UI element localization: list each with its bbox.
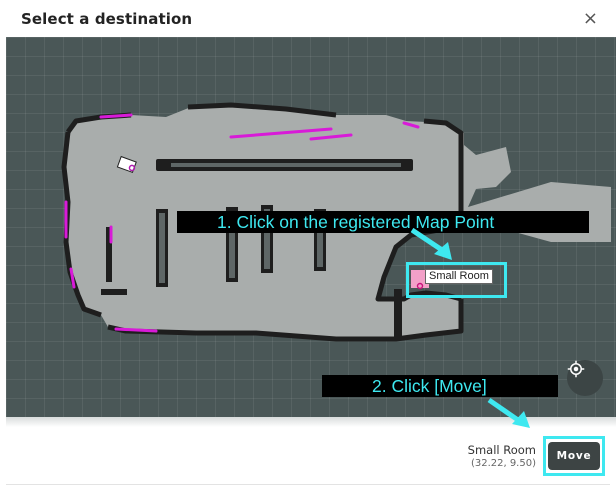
dialog-header: Select a destination × [0, 0, 616, 38]
destination-coordinates: (32.22, 9.50) [470, 458, 536, 469]
locate-button[interactable] [567, 360, 603, 396]
instruction-step-2: 2. Click [Move] [322, 375, 558, 397]
map-point-label[interactable]: Small Room [425, 269, 493, 284]
close-icon[interactable]: × [583, 8, 598, 29]
instruction-step-1: 1. Click on the registered Map Point [177, 211, 589, 233]
dialog-title: Select a destination [21, 10, 193, 28]
locate-icon [567, 360, 585, 378]
map-bottom-shadow [6, 417, 616, 427]
move-button[interactable]: Move [548, 442, 600, 470]
destination-name: Small Room [467, 443, 536, 457]
dialog-bottom-divider [6, 484, 610, 485]
